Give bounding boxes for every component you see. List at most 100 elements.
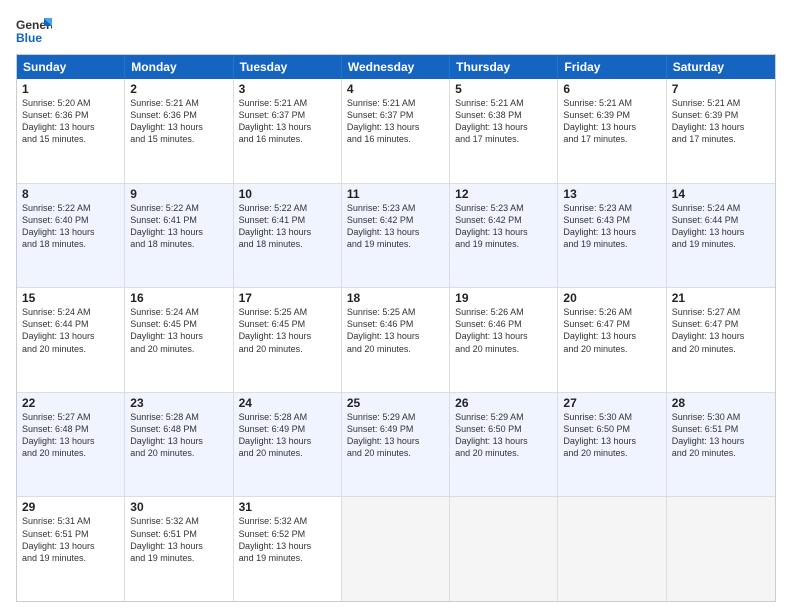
day-number: 14	[672, 187, 770, 201]
cell-info: Sunrise: 5:20 AMSunset: 6:36 PMDaylight:…	[22, 97, 119, 146]
day-number: 27	[563, 396, 660, 410]
day-number: 9	[130, 187, 227, 201]
day-cell-9: 9Sunrise: 5:22 AMSunset: 6:41 PMDaylight…	[125, 184, 233, 288]
day-cell-30: 30Sunrise: 5:32 AMSunset: 6:51 PMDayligh…	[125, 497, 233, 601]
calendar: SundayMondayTuesdayWednesdayThursdayFrid…	[16, 54, 776, 602]
day-cell-10: 10Sunrise: 5:22 AMSunset: 6:41 PMDayligh…	[234, 184, 342, 288]
day-number: 2	[130, 82, 227, 96]
cell-info: Sunrise: 5:26 AMSunset: 6:47 PMDaylight:…	[563, 306, 660, 355]
cell-info: Sunrise: 5:24 AMSunset: 6:44 PMDaylight:…	[672, 202, 770, 251]
day-cell-14: 14Sunrise: 5:24 AMSunset: 6:44 PMDayligh…	[667, 184, 775, 288]
calendar-row-3: 22Sunrise: 5:27 AMSunset: 6:48 PMDayligh…	[17, 393, 775, 498]
day-number: 29	[22, 500, 119, 514]
day-cell-12: 12Sunrise: 5:23 AMSunset: 6:42 PMDayligh…	[450, 184, 558, 288]
day-number: 10	[239, 187, 336, 201]
day-cell-27: 27Sunrise: 5:30 AMSunset: 6:50 PMDayligh…	[558, 393, 666, 497]
day-number: 8	[22, 187, 119, 201]
cell-info: Sunrise: 5:21 AMSunset: 6:38 PMDaylight:…	[455, 97, 552, 146]
day-number: 21	[672, 291, 770, 305]
cell-info: Sunrise: 5:27 AMSunset: 6:47 PMDaylight:…	[672, 306, 770, 355]
day-number: 5	[455, 82, 552, 96]
day-number: 22	[22, 396, 119, 410]
empty-cell	[450, 497, 558, 601]
cell-info: Sunrise: 5:22 AMSunset: 6:41 PMDaylight:…	[239, 202, 336, 251]
cell-info: Sunrise: 5:26 AMSunset: 6:46 PMDaylight:…	[455, 306, 552, 355]
day-number: 28	[672, 396, 770, 410]
day-cell-11: 11Sunrise: 5:23 AMSunset: 6:42 PMDayligh…	[342, 184, 450, 288]
header-day-friday: Friday	[558, 55, 666, 79]
day-cell-1: 1Sunrise: 5:20 AMSunset: 6:36 PMDaylight…	[17, 79, 125, 183]
calendar-row-4: 29Sunrise: 5:31 AMSunset: 6:51 PMDayligh…	[17, 497, 775, 601]
header-day-saturday: Saturday	[667, 55, 775, 79]
calendar-row-0: 1Sunrise: 5:20 AMSunset: 6:36 PMDaylight…	[17, 79, 775, 184]
day-number: 26	[455, 396, 552, 410]
logo-icon: General Blue	[16, 16, 52, 46]
day-cell-29: 29Sunrise: 5:31 AMSunset: 6:51 PMDayligh…	[17, 497, 125, 601]
empty-cell	[667, 497, 775, 601]
cell-info: Sunrise: 5:23 AMSunset: 6:42 PMDaylight:…	[455, 202, 552, 251]
day-number: 20	[563, 291, 660, 305]
day-number: 12	[455, 187, 552, 201]
cell-info: Sunrise: 5:29 AMSunset: 6:50 PMDaylight:…	[455, 411, 552, 460]
header-day-monday: Monday	[125, 55, 233, 79]
cell-info: Sunrise: 5:22 AMSunset: 6:41 PMDaylight:…	[130, 202, 227, 251]
day-number: 15	[22, 291, 119, 305]
day-number: 30	[130, 500, 227, 514]
day-cell-4: 4Sunrise: 5:21 AMSunset: 6:37 PMDaylight…	[342, 79, 450, 183]
day-cell-13: 13Sunrise: 5:23 AMSunset: 6:43 PMDayligh…	[558, 184, 666, 288]
day-number: 3	[239, 82, 336, 96]
day-number: 19	[455, 291, 552, 305]
day-cell-3: 3Sunrise: 5:21 AMSunset: 6:37 PMDaylight…	[234, 79, 342, 183]
calendar-row-1: 8Sunrise: 5:22 AMSunset: 6:40 PMDaylight…	[17, 184, 775, 289]
day-number: 31	[239, 500, 336, 514]
cell-info: Sunrise: 5:30 AMSunset: 6:50 PMDaylight:…	[563, 411, 660, 460]
header: General Blue	[16, 16, 776, 46]
header-day-wednesday: Wednesday	[342, 55, 450, 79]
day-cell-31: 31Sunrise: 5:32 AMSunset: 6:52 PMDayligh…	[234, 497, 342, 601]
day-cell-16: 16Sunrise: 5:24 AMSunset: 6:45 PMDayligh…	[125, 288, 233, 392]
cell-info: Sunrise: 5:24 AMSunset: 6:45 PMDaylight:…	[130, 306, 227, 355]
cell-info: Sunrise: 5:29 AMSunset: 6:49 PMDaylight:…	[347, 411, 444, 460]
cell-info: Sunrise: 5:28 AMSunset: 6:48 PMDaylight:…	[130, 411, 227, 460]
calendar-body: 1Sunrise: 5:20 AMSunset: 6:36 PMDaylight…	[17, 79, 775, 601]
cell-info: Sunrise: 5:32 AMSunset: 6:52 PMDaylight:…	[239, 515, 336, 564]
cell-info: Sunrise: 5:25 AMSunset: 6:45 PMDaylight:…	[239, 306, 336, 355]
day-cell-19: 19Sunrise: 5:26 AMSunset: 6:46 PMDayligh…	[450, 288, 558, 392]
header-day-tuesday: Tuesday	[234, 55, 342, 79]
cell-info: Sunrise: 5:21 AMSunset: 6:36 PMDaylight:…	[130, 97, 227, 146]
calendar-header: SundayMondayTuesdayWednesdayThursdayFrid…	[17, 55, 775, 79]
cell-info: Sunrise: 5:21 AMSunset: 6:39 PMDaylight:…	[563, 97, 660, 146]
day-number: 4	[347, 82, 444, 96]
cell-info: Sunrise: 5:21 AMSunset: 6:37 PMDaylight:…	[347, 97, 444, 146]
day-number: 18	[347, 291, 444, 305]
cell-info: Sunrise: 5:32 AMSunset: 6:51 PMDaylight:…	[130, 515, 227, 564]
day-cell-15: 15Sunrise: 5:24 AMSunset: 6:44 PMDayligh…	[17, 288, 125, 392]
day-cell-8: 8Sunrise: 5:22 AMSunset: 6:40 PMDaylight…	[17, 184, 125, 288]
cell-info: Sunrise: 5:23 AMSunset: 6:43 PMDaylight:…	[563, 202, 660, 251]
day-cell-28: 28Sunrise: 5:30 AMSunset: 6:51 PMDayligh…	[667, 393, 775, 497]
cell-info: Sunrise: 5:22 AMSunset: 6:40 PMDaylight:…	[22, 202, 119, 251]
cell-info: Sunrise: 5:21 AMSunset: 6:39 PMDaylight:…	[672, 97, 770, 146]
day-number: 6	[563, 82, 660, 96]
day-number: 17	[239, 291, 336, 305]
day-cell-26: 26Sunrise: 5:29 AMSunset: 6:50 PMDayligh…	[450, 393, 558, 497]
day-number: 11	[347, 187, 444, 201]
calendar-row-2: 15Sunrise: 5:24 AMSunset: 6:44 PMDayligh…	[17, 288, 775, 393]
day-cell-22: 22Sunrise: 5:27 AMSunset: 6:48 PMDayligh…	[17, 393, 125, 497]
day-cell-2: 2Sunrise: 5:21 AMSunset: 6:36 PMDaylight…	[125, 79, 233, 183]
header-day-sunday: Sunday	[17, 55, 125, 79]
day-cell-24: 24Sunrise: 5:28 AMSunset: 6:49 PMDayligh…	[234, 393, 342, 497]
page: General Blue SundayMondayTuesdayWednesda…	[0, 0, 792, 612]
day-number: 1	[22, 82, 119, 96]
day-cell-21: 21Sunrise: 5:27 AMSunset: 6:47 PMDayligh…	[667, 288, 775, 392]
cell-info: Sunrise: 5:30 AMSunset: 6:51 PMDaylight:…	[672, 411, 770, 460]
cell-info: Sunrise: 5:23 AMSunset: 6:42 PMDaylight:…	[347, 202, 444, 251]
cell-info: Sunrise: 5:28 AMSunset: 6:49 PMDaylight:…	[239, 411, 336, 460]
logo: General Blue	[16, 16, 52, 46]
day-number: 16	[130, 291, 227, 305]
cell-info: Sunrise: 5:27 AMSunset: 6:48 PMDaylight:…	[22, 411, 119, 460]
cell-info: Sunrise: 5:24 AMSunset: 6:44 PMDaylight:…	[22, 306, 119, 355]
empty-cell	[558, 497, 666, 601]
header-day-thursday: Thursday	[450, 55, 558, 79]
day-number: 23	[130, 396, 227, 410]
